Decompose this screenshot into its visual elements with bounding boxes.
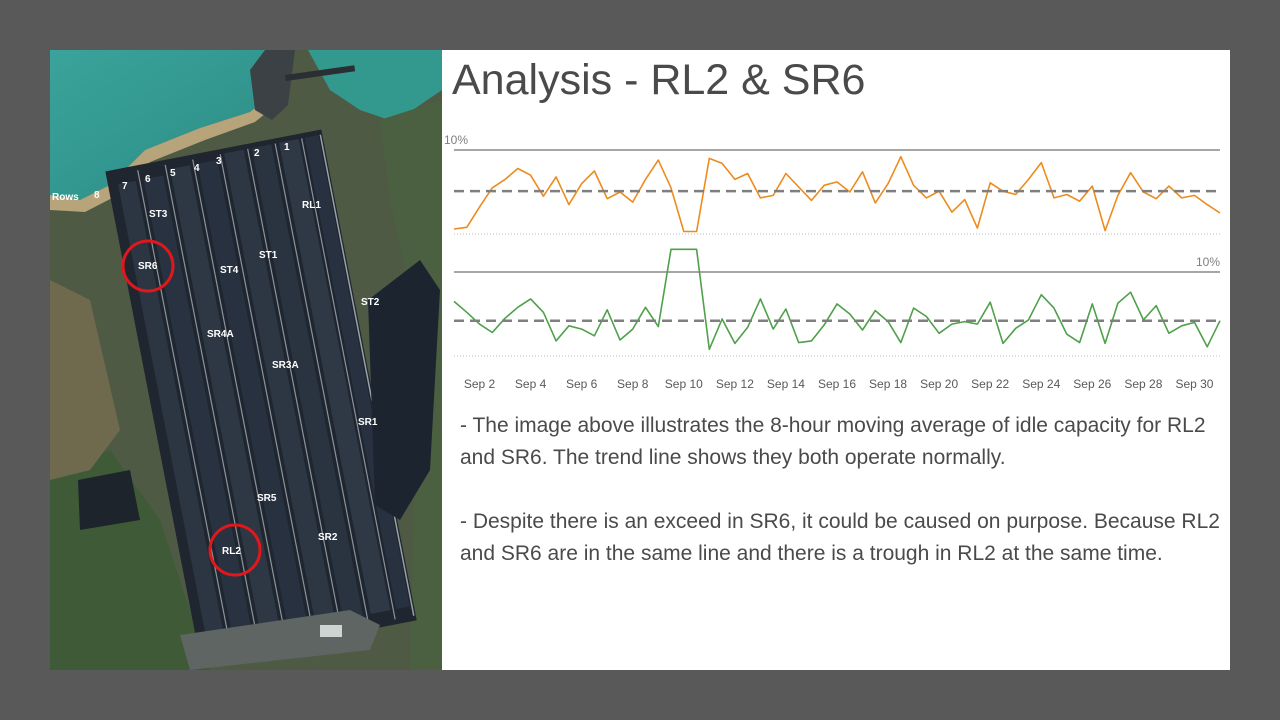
x-tick-label: Sep 10 [665,377,703,391]
analysis-paragraph-1: - The image above illustrates the 8-hour… [460,414,1206,469]
x-tick-label: Sep 8 [617,377,649,391]
analysis-text: - The image above illustrates the 8-hour… [460,410,1220,602]
row-number-5: 5 [170,168,176,179]
row-number-3: 3 [216,156,222,167]
row-number-1: 1 [284,142,290,153]
row-number-2: 2 [254,148,260,159]
x-tick-label: Sep 24 [1022,377,1060,391]
slide-title: Analysis - RL2 & SR6 [452,56,866,104]
aerial-terminal-image: Rows 8 7 6 5 4 3 2 1 ST3 RL1 SR6 ST4 ST1… [50,50,442,670]
equipment-label-st2: ST2 [361,297,380,308]
panel-1-max-label: 10% [444,133,468,147]
x-tick-label: Sep 6 [566,377,598,391]
equipment-label-sr3a: SR3A [272,360,299,371]
analysis-paragraph-2: - Despite there is an exceed in SR6, it … [460,510,1220,565]
x-tick-label: Sep 12 [716,377,754,391]
row-number-6: 6 [145,174,151,185]
chart-svg: 10% 10% Sep 2 Sep 4 Sep 6 Sep 8 Sep 10 Sep 12 Se… [444,133,1221,391]
x-tick-label: Sep 2 [464,377,496,391]
row-number-4: 4 [194,163,200,174]
x-tick-label: Sep 16 [818,377,856,391]
x-tick-label: Sep 22 [971,377,1009,391]
aerial-map-svg: Rows 8 7 6 5 4 3 2 1 ST3 RL1 SR6 ST4 ST1… [50,50,442,670]
x-tick-label: Sep 28 [1124,377,1162,391]
x-tick-label: Sep 20 [920,377,958,391]
x-tick-label: Sep 30 [1175,377,1213,391]
panel-2-max-label: 10% [1196,255,1220,269]
x-tick-label: Sep 14 [767,377,805,391]
equipment-label-rl2: RL2 [222,546,241,557]
equipment-label-sr6: SR6 [138,261,158,272]
panel-2-series-line [453,248,1221,351]
equipment-label-rl1: RL1 [302,200,321,211]
row-number-7: 7 [122,181,128,192]
row-number-8: 8 [94,190,100,201]
idle-capacity-chart: 10% 10% Sep 2 Sep 4 Sep 6 Sep 8 Sep 10 Sep 12 Se… [442,126,1230,396]
equipment-label-st1: ST1 [259,250,278,261]
equipment-label-sr1: SR1 [358,417,378,428]
equipment-label-sr2: SR2 [318,532,338,543]
equipment-label-sr5: SR5 [257,493,277,504]
slide: Rows 8 7 6 5 4 3 2 1 ST3 RL1 SR6 ST4 ST1… [50,50,1230,670]
panel-1-series-line [453,155,1221,233]
x-tick-label: Sep 18 [869,377,907,391]
equipment-label-st4: ST4 [220,265,239,276]
rows-label: Rows [52,192,79,203]
x-tick-label: Sep 26 [1073,377,1111,391]
equipment-label-sr4a: SR4A [207,329,234,340]
x-tick-label: Sep 4 [515,377,547,391]
equipment-label-st3: ST3 [149,209,168,220]
